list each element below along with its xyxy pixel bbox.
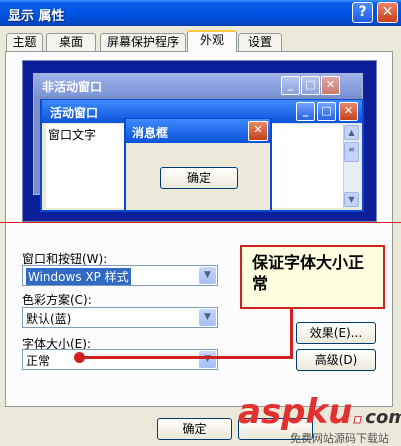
tab-desktop[interactable]: 桌面 (46, 33, 96, 51)
color-scheme-value: 默认(蓝) (26, 312, 72, 326)
active-window-title: 活动窗口 (50, 106, 99, 120)
watermark-tld: com (365, 407, 401, 428)
tab-settings[interactable]: 设置 (238, 33, 282, 51)
window-title: 显示 属性 (8, 9, 65, 24)
watermark-subtitle: 免费网站源码下载站 (290, 432, 389, 445)
advanced-button[interactable]: 高级(D) (296, 349, 376, 371)
annotation-line (0, 222, 401, 223)
tab-appearance[interactable]: 外观 (187, 30, 237, 52)
watermark-brand-ku: ku (305, 392, 353, 432)
message-close-icon: ✕ (248, 121, 268, 141)
callout-connector (80, 356, 292, 359)
preview-ok-button: 确定 (160, 167, 238, 189)
chevron-down-icon[interactable]: ▼ (199, 309, 216, 326)
active-close-icon: ✕ (339, 102, 358, 121)
watermark-dot: . (352, 392, 366, 433)
callout-text: 保证字体大小正常 (252, 253, 365, 293)
tab-theme[interactable]: 主题 (6, 33, 43, 51)
help-button[interactable]: ? (352, 2, 373, 23)
font-size-select[interactable]: 正常 ▼ (22, 349, 218, 370)
inactive-minimize-icon: _ (281, 76, 300, 95)
chevron-down-icon[interactable]: ▼ (199, 267, 216, 284)
color-scheme-select[interactable]: 默认(蓝) ▼ (22, 307, 218, 328)
callout-connector (290, 309, 293, 359)
color-scheme-label: 色彩方案(C): (22, 293, 92, 307)
close-button[interactable]: ✕ (377, 2, 398, 23)
font-size-value: 正常 (26, 354, 51, 368)
window-buttons-select[interactable]: Windows XP 样式 ▼ (22, 265, 218, 286)
ok-button[interactable]: 确定 (157, 418, 232, 440)
active-minimize-icon: _ (296, 102, 315, 121)
inactive-window-title: 非活动窗口 (42, 80, 103, 94)
window-text-sample: 窗口文字 (48, 128, 97, 142)
active-maximize-icon: □ (317, 102, 336, 121)
tab-screensaver[interactable]: 屏幕保护程序 (100, 33, 186, 51)
callout-marker (74, 352, 85, 363)
watermark-brand: asp (238, 392, 306, 432)
watermark-logo: aspku.com (238, 392, 401, 433)
inactive-maximize-icon: □ (301, 76, 320, 95)
inactive-close-icon: ✕ (321, 76, 340, 95)
scroll-down-icon: ▼ (344, 192, 359, 207)
window-buttons-value: Windows XP 样式 (26, 268, 131, 285)
effects-button[interactable]: 效果(E)... (296, 322, 376, 344)
scroll-up-icon: ▲ (344, 125, 359, 140)
scroll-thumb: ≡ (344, 142, 359, 162)
message-box-title: 消息框 (132, 126, 169, 140)
chevron-down-icon[interactable]: ▼ (199, 351, 216, 368)
